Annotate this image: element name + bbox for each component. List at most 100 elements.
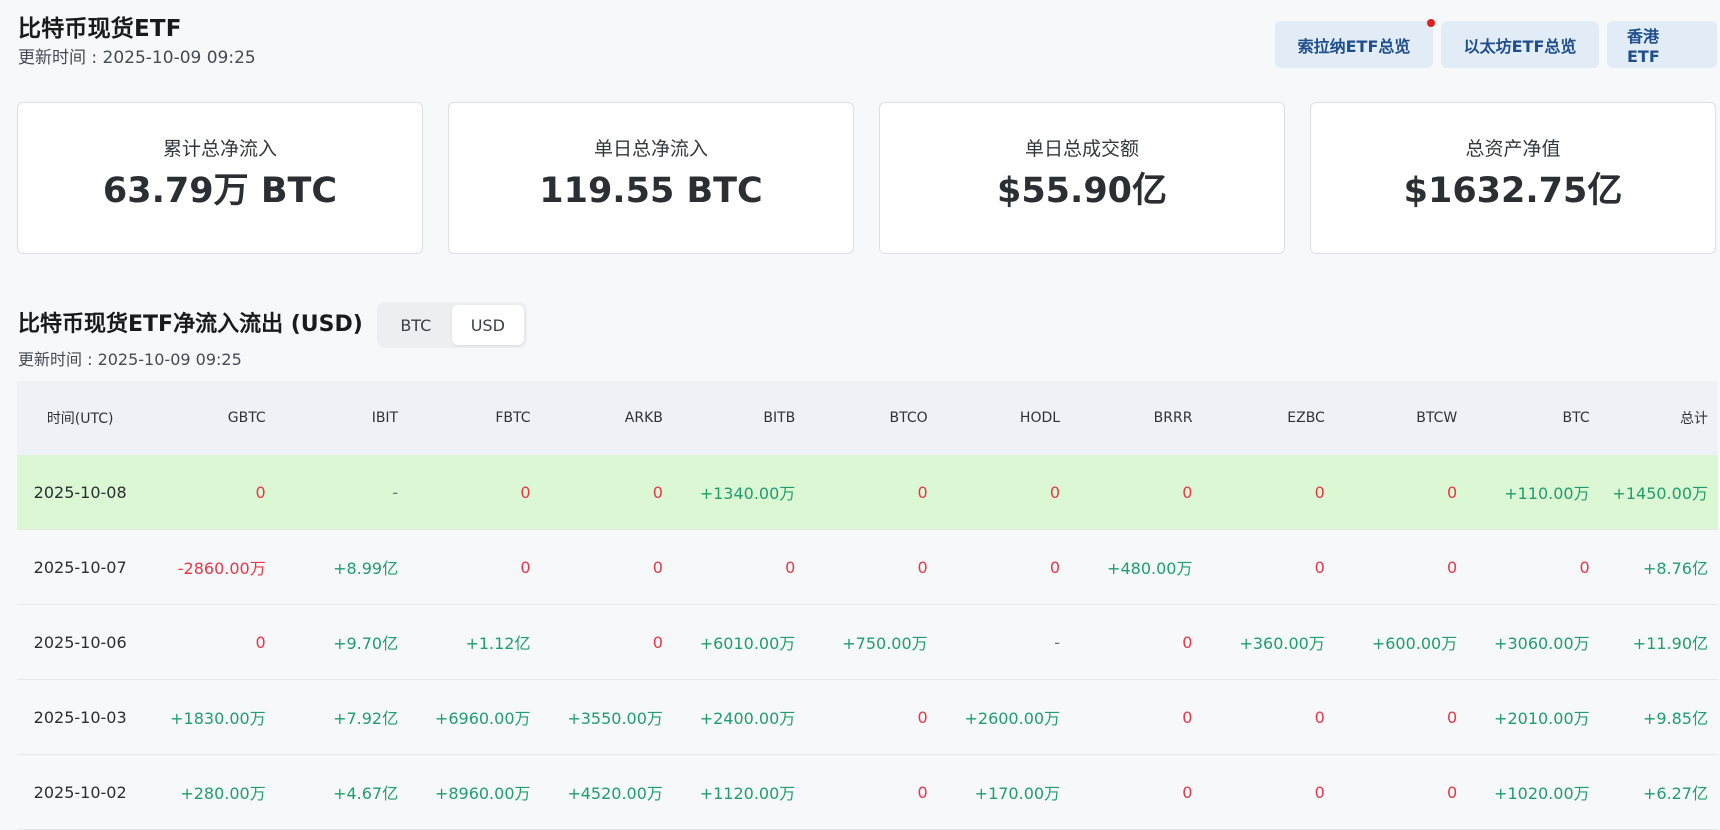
flow-cell: +8.76亿 (1599, 529, 1718, 605)
flow-cell: 0 (1070, 679, 1203, 755)
flow-cell: +2600.00万 (937, 679, 1071, 755)
page-title: 比特币现货ETF (18, 16, 182, 42)
table-header: 时间(UTC) GBTC IBIT FBTC ARKB BITB BTCO HODL BRRR E… (17, 381, 1718, 455)
flow-cell: +1830.00万 (143, 679, 276, 755)
flow-cell: +8.99亿 (275, 529, 409, 605)
table-body: 2025-10-08 0-0 0 +1340.00万 0 0 0 0 0 +110.00万 +145… (17, 455, 1718, 830)
etf-nav: 索拉纳ETF总览 以太坊ETF总览 香港 ETF (1275, 19, 1717, 68)
flow-cell: - (937, 604, 1071, 680)
flow-cell: 0 (143, 604, 276, 680)
flow-cell: +280.00万 (143, 754, 276, 830)
flow-cell: +1450.00万 (1599, 455, 1718, 530)
flow-cell: 0 (1202, 529, 1335, 605)
stat-value: 119.55 BTC (539, 171, 763, 211)
solana-etf-overview-button[interactable]: 索拉纳ETF总览 (1275, 19, 1435, 68)
ethereum-etf-overview-label: 以太坊ETF总览 (1463, 36, 1577, 56)
stat-label: 单日总成交额 (1024, 138, 1139, 160)
flow-cell: 0 (1334, 679, 1468, 755)
flow-cell: +8960.00万 (408, 754, 541, 830)
table-header-row: 时间(UTC) GBTC IBIT FBTC ARKB BITB BTCO HODL BRRR E… (17, 381, 1718, 455)
flow-cell: -2860.00万 (143, 529, 276, 605)
flow-cell: 0 (805, 754, 938, 830)
column-header: 总计 (1599, 381, 1718, 455)
column-header-date: 时间(UTC) (17, 381, 144, 455)
unit-toggle: BTC USD (376, 302, 527, 348)
solana-etf-overview-label: 索拉纳ETF总览 (1297, 36, 1411, 56)
flow-cell: 0 (1070, 754, 1203, 830)
flow-cell: 0 (937, 529, 1071, 605)
flow-cell: +3060.00万 (1467, 604, 1600, 680)
flow-cell: 0 (1467, 529, 1600, 605)
flows-section-header: 比特币现货ETF净流入流出 (USD) BTC USD (18, 302, 527, 348)
column-header: IBIT (275, 381, 409, 455)
flow-cell: 0 (1334, 455, 1468, 530)
flow-cell: +170.00万 (937, 754, 1071, 830)
table-row: 2025-10-08 0-0 0 +1340.00万 0 0 0 0 0 +110.00万 +145… (17, 455, 1718, 530)
flow-cell: +6960.00万 (408, 679, 541, 755)
column-header: BRRR (1070, 381, 1203, 455)
flow-cell: +2400.00万 (672, 679, 806, 755)
row-date: 2025-10-08 (17, 455, 144, 530)
toggle-usd[interactable]: USD (451, 305, 524, 345)
toggle-btc[interactable]: BTC (380, 305, 452, 345)
stat-label: 单日总净流入 (593, 138, 708, 160)
notification-dot (1427, 19, 1435, 27)
row-date: 2025-10-07 (17, 529, 144, 605)
table-row: 2025-10-03 +1830.00万 +7.92亿 +6960.00万 +3550.… (17, 679, 1718, 755)
section-update-time: 更新时间 : 2025-10-09 09:25 (18, 350, 242, 369)
row-date: 2025-10-02 (17, 754, 144, 830)
flow-cell: +9.85亿 (1599, 679, 1718, 755)
stat-value: $55.90亿 (996, 171, 1168, 211)
column-header: BITB (672, 381, 806, 455)
flow-cell: 0 (1334, 529, 1468, 605)
stat-card-daily-volume: 单日总成交额 $55.90亿 (879, 102, 1285, 254)
column-header: BTCO (805, 381, 938, 455)
flow-cell: 0 (1202, 679, 1335, 755)
flow-cell: +600.00万 (1334, 604, 1468, 680)
flow-cell: +4.67亿 (275, 754, 409, 830)
flow-cell: +1.12亿 (408, 604, 541, 680)
flow-cell: +6.27亿 (1599, 754, 1718, 830)
flow-cell: 0 (540, 529, 673, 605)
flow-cell: - (275, 455, 409, 530)
table-row: 2025-10-06 0 +9.70亿 +1.12亿 0 +6010.00万 +750.00… (17, 604, 1718, 680)
flow-cell: +1020.00万 (1467, 754, 1600, 830)
flow-cell: 0 (672, 529, 806, 605)
page-header: 比特币现货ETF 更新时间 : 2025-10-09 09:25 (18, 14, 256, 70)
flow-cell: +9.70亿 (275, 604, 409, 680)
flow-cell: 0 (1202, 754, 1335, 830)
column-header: ARKB (540, 381, 673, 455)
flow-cell: +750.00万 (805, 604, 938, 680)
hongkong-etf-label: 香港 ETF (1627, 27, 1660, 66)
stat-card-total-nav: 总资产净值 $1632.75亿 (1310, 102, 1716, 254)
flow-cell: 0 (1070, 604, 1203, 680)
hongkong-etf-button[interactable]: 香港 ETF (1607, 21, 1717, 68)
flow-cell: +2010.00万 (1467, 679, 1600, 755)
flow-cell: 0 (408, 455, 541, 530)
flow-cell: +6010.00万 (672, 604, 806, 680)
flow-cell: +7.92亿 (275, 679, 409, 755)
column-header: HODL (937, 381, 1071, 455)
flow-cell: +4520.00万 (540, 754, 673, 830)
table-row: 2025-10-07 -2860.00万 +8.99亿 0 0 0 0 0 +480.00万 0 0… (17, 529, 1718, 605)
flow-cell: 0 (805, 455, 938, 530)
flow-cell: +360.00万 (1202, 604, 1335, 680)
flow-cell: 0 (540, 604, 673, 680)
flow-cell: 0 (937, 455, 1071, 530)
flow-cell: 0 (408, 529, 541, 605)
stat-label: 累计总净流入 (162, 138, 277, 160)
flow-cell: 0 (1202, 455, 1335, 530)
flow-cell: 0 (1334, 754, 1468, 830)
flow-cell: 0 (143, 455, 276, 530)
etf-dashboard: 比特币现货ETF 更新时间 : 2025-10-09 09:25 索拉纳ETF总… (0, 0, 1720, 830)
stat-value: 63.79万 BTC (102, 171, 338, 211)
flow-cell: +110.00万 (1467, 455, 1600, 530)
flow-cell: +480.00万 (1070, 529, 1203, 605)
flow-cell: +1340.00万 (672, 455, 806, 530)
row-date: 2025-10-03 (17, 679, 144, 755)
ethereum-etf-overview-button[interactable]: 以太坊ETF总览 (1441, 21, 1599, 68)
flow-cell: 0 (805, 679, 938, 755)
column-header: BTCW (1334, 381, 1468, 455)
column-header: BTC (1467, 381, 1600, 455)
update-time: 更新时间 : 2025-10-09 09:25 (18, 48, 256, 68)
